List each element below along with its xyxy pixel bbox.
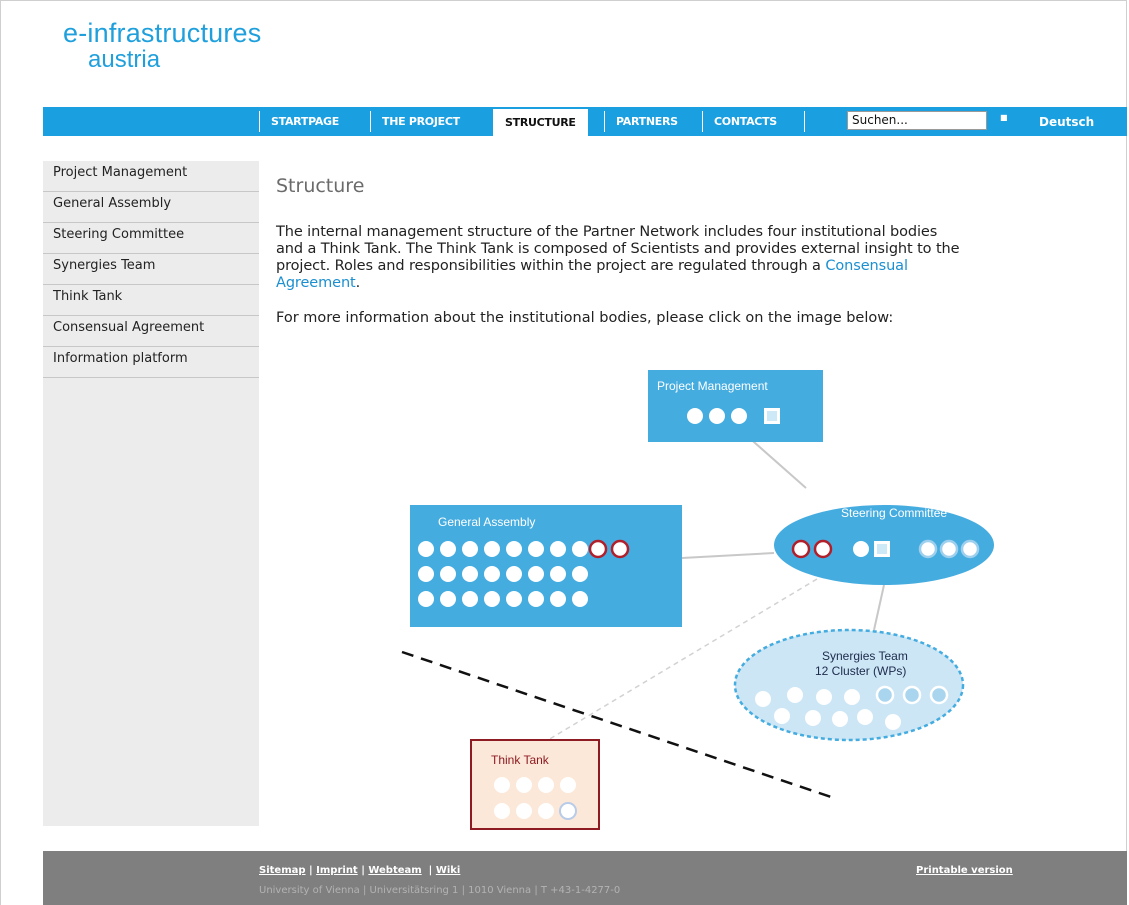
intro-line-1: The internal management structure of the… [276, 224, 938, 240]
footer-links: Sitemap | Imprint | Webteam | Wiki [259, 865, 460, 876]
structure-diagram[interactable]: Project Management General Assembly Stee… [276, 360, 1066, 830]
consensual-agreement-link-part-1[interactable]: Consensual [825, 258, 908, 274]
language-link[interactable]: Deutsch [1039, 107, 1094, 136]
footer-separator: | [425, 865, 436, 876]
footer-link-imprint[interactable]: Imprint [316, 865, 358, 876]
sidebar-item-steering-committee[interactable]: Steering Committee [43, 223, 259, 254]
footer-link-webteam[interactable]: Webteam [368, 865, 421, 876]
logo-line-2: austria [88, 46, 161, 73]
synergies-team-sublabel: 12 Cluster (WPs) [815, 664, 906, 678]
sidebar-item-consensual-agreement[interactable]: Consensual Agreement [43, 316, 259, 347]
synergies-team-label: Synergies Team [822, 649, 908, 663]
nav-startpage[interactable]: STARTPAGE [259, 107, 351, 136]
footer-address: University of Vienna | Universitätsring … [259, 885, 621, 896]
nav-contacts[interactable]: CONTACTS [702, 107, 789, 136]
project-management-box[interactable]: Project Management [648, 370, 823, 442]
general-assembly-box[interactable]: General Assembly [410, 505, 682, 627]
nav-the-project[interactable]: THE PROJECT [370, 107, 472, 136]
sidebar-item-information-platform[interactable]: Information platform [43, 347, 259, 378]
connector-ga-sc [681, 552, 775, 559]
project-management-label: Project Management [657, 379, 768, 393]
think-tank-box[interactable]: Think Tank [470, 739, 600, 830]
consensual-agreement-link-part-2[interactable]: Agreement [276, 275, 356, 291]
printable-version-link[interactable]: Printable version [916, 865, 1013, 876]
footer: Sitemap | Imprint | Webteam | Wiki Unive… [43, 851, 1127, 905]
intro-paragraph: The internal management structure of the… [276, 224, 1106, 292]
main-content: Structure The internal management struct… [276, 175, 1106, 327]
sidebar: Project Management General Assembly Stee… [43, 161, 259, 826]
steering-committee-ellipse[interactable]: Steering Committee [774, 505, 994, 585]
general-assembly-label: General Assembly [438, 515, 535, 529]
search-submit-icon[interactable]: ■ [1000, 113, 1008, 122]
logo-line-1: e-infrastructures [63, 18, 262, 48]
nav-divider [804, 107, 806, 136]
nav-partners[interactable]: PARTNERS [604, 107, 690, 136]
site-logo[interactable]: e-infrastructures austria [63, 20, 261, 72]
sidebar-item-general-assembly[interactable]: General Assembly [43, 192, 259, 223]
search-input[interactable]: Suchen... [847, 111, 987, 130]
footer-link-sitemap[interactable]: Sitemap [259, 865, 306, 876]
intro-line-3: project. Roles and responsibilities with… [276, 258, 826, 274]
footer-link-wiki[interactable]: Wiki [436, 865, 461, 876]
connector-pm-sc [745, 434, 807, 489]
think-tank-label: Think Tank [491, 753, 550, 767]
page-title: Structure [276, 175, 365, 197]
synergies-team-ellipse[interactable]: Synergies Team 12 Cluster (WPs) [733, 628, 965, 742]
nav-structure[interactable]: STRUCTURE [493, 109, 588, 136]
top-navigation: STARTPAGE THE PROJECT STRUCTURE PARTNERS… [43, 107, 1127, 136]
sidebar-item-think-tank[interactable]: Think Tank [43, 285, 259, 316]
sidebar-item-synergies-team[interactable]: Synergies Team [43, 254, 259, 285]
intro-end: . [355, 275, 361, 291]
steering-committee-label: Steering Committee [841, 506, 947, 520]
connector-sc-st [873, 584, 885, 631]
sidebar-item-project-management[interactable]: Project Management [43, 161, 259, 192]
diagram-instruction: For more information about the instituti… [276, 310, 894, 326]
intro-line-2: and a Think Tank. The Think Tank is comp… [276, 241, 960, 257]
